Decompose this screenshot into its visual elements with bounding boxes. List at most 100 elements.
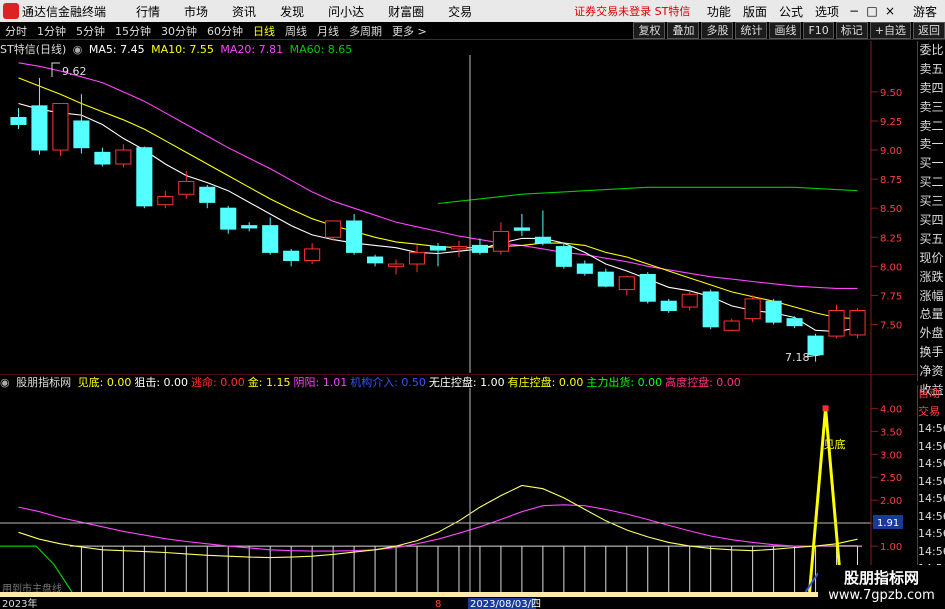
- side-item[interactable]: 买二: [918, 173, 945, 192]
- guest-user[interactable]: 游客: [899, 3, 945, 20]
- tool-stats[interactable]: 统计: [735, 22, 768, 39]
- ma10-label: MA10:: [151, 43, 186, 56]
- current-value-label: 1.91: [877, 518, 899, 529]
- menu-wealth[interactable]: 财富圈: [376, 3, 436, 20]
- candle: [73, 94, 90, 154]
- menu-formula[interactable]: 公式: [773, 3, 809, 20]
- candle: [304, 243, 321, 265]
- menu-layout[interactable]: 版面: [737, 3, 773, 20]
- ma5-label: MA5:: [88, 43, 117, 56]
- menu-markets[interactable]: 市场: [172, 3, 220, 20]
- high-price-label: 9.62: [62, 65, 87, 78]
- side-item[interactable]: 现价: [918, 249, 945, 268]
- tool-multi-stock[interactable]: 多股: [701, 22, 734, 39]
- side-item[interactable]: 卖三: [918, 98, 945, 117]
- maximize-icon[interactable]: □: [863, 4, 881, 18]
- tool-draw[interactable]: 画线: [769, 22, 802, 39]
- side-item[interactable]: 卖一: [918, 135, 945, 154]
- period-more[interactable]: 更多 >: [387, 23, 432, 39]
- minimize-icon[interactable]: −: [845, 4, 863, 18]
- watermark: 股朋指标网 www.7gpzb.com: [818, 565, 945, 609]
- candle: [450, 240, 468, 258]
- price-tick-label: 7.50: [880, 320, 902, 331]
- candle: [115, 144, 132, 168]
- side-item[interactable]: 涨幅: [918, 287, 945, 306]
- tick-item: 14:56: [918, 457, 945, 470]
- candle: [849, 308, 866, 339]
- side-item[interactable]: 买三: [918, 192, 945, 211]
- period-1min[interactable]: 1分钟: [32, 23, 71, 39]
- candlestick-chart[interactable]: 9.50 9.25 9.00 8.75 8.50 8.25 8.00 7.75 7.50 9.6…: [0, 41, 917, 373]
- tool-f10[interactable]: F10: [803, 22, 834, 39]
- side-item[interactable]: 卖五: [918, 60, 945, 79]
- side-item[interactable]: 净资: [918, 362, 945, 381]
- candle: [178, 170, 195, 199]
- period-30min[interactable]: 30分钟: [156, 23, 202, 39]
- candle: [94, 147, 111, 167]
- indicator-item: 逃命: 0.00: [191, 376, 245, 389]
- tick-item: 14:56: [918, 474, 945, 488]
- indicator-item: 高度控盘: 0.00: [665, 376, 741, 389]
- side-item[interactable]: 买四: [918, 211, 945, 230]
- signal-marker: [822, 405, 829, 412]
- menu-function[interactable]: 功能: [701, 3, 737, 20]
- stock-label[interactable]: ST特信(日线): [0, 43, 66, 56]
- menu-ask[interactable]: 问小达: [316, 3, 376, 20]
- ma60-label: MA60:: [289, 43, 325, 56]
- candle: [513, 214, 530, 237]
- side-item[interactable]: 卖四: [918, 79, 945, 98]
- menu-news[interactable]: 资讯: [220, 3, 268, 20]
- menu-options[interactable]: 选项: [809, 3, 845, 20]
- candle: [576, 260, 593, 276]
- period-weekly[interactable]: 周线: [280, 23, 312, 39]
- period-60min[interactable]: 60分钟: [202, 23, 248, 39]
- period-monthly[interactable]: 月线: [312, 23, 344, 39]
- candle: [325, 220, 342, 241]
- side-item[interactable]: 委比: [918, 41, 945, 60]
- side-item[interactable]: 买五: [918, 230, 945, 249]
- candle: [429, 243, 447, 267]
- price-tick-label: 8.75: [880, 175, 902, 186]
- period-timeshare[interactable]: 分时: [0, 23, 32, 39]
- ma60-line: [437, 186, 858, 205]
- menu-discover[interactable]: 发现: [268, 3, 316, 20]
- candle: [241, 222, 258, 232]
- candle: [52, 103, 69, 156]
- tool-mark[interactable]: 标记: [835, 22, 868, 39]
- indicator-toggle-icon: ◉: [0, 376, 10, 389]
- price-tick-label: 9.50: [880, 88, 902, 99]
- ma5-value: 7.45: [120, 43, 145, 56]
- side-item[interactable]: 总量: [918, 305, 945, 324]
- candle: [283, 248, 300, 267]
- side-item[interactable]: 卖二: [918, 117, 945, 136]
- period-5min[interactable]: 5分钟: [71, 23, 110, 39]
- side-item[interactable]: 外盘: [918, 324, 945, 343]
- indicator-chart[interactable]: 4.003.503.002.502.001.501.000.50 1.91 见底…: [0, 374, 917, 609]
- indicator-item: 阴阳: 1.01: [293, 376, 348, 389]
- period-15min[interactable]: 15分钟: [110, 23, 156, 39]
- menu-market[interactable]: 行情: [124, 3, 172, 20]
- candle: [534, 210, 551, 246]
- side-item[interactable]: 换手: [918, 343, 945, 362]
- candle: [346, 214, 363, 255]
- candle: [744, 295, 761, 323]
- indicator-item: 有庄控盘: 0.00: [507, 376, 584, 389]
- side-item[interactable]: 买一: [918, 154, 945, 173]
- menu-trade[interactable]: 交易: [436, 3, 484, 20]
- indicator-name[interactable]: 股朋指标网: [16, 376, 71, 389]
- tool-add-watch[interactable]: +自选: [869, 22, 911, 39]
- period-daily[interactable]: 日线: [248, 23, 280, 39]
- candle: [492, 222, 509, 255]
- candle: [367, 254, 384, 267]
- tool-back[interactable]: 返回: [913, 22, 945, 39]
- candle: [157, 190, 174, 209]
- close-icon[interactable]: ×: [881, 4, 899, 18]
- tool-overlay[interactable]: 叠加: [667, 22, 700, 39]
- login-notice[interactable]: 证券交易未登录 ST特信: [574, 3, 690, 19]
- indicator-legend: ◉ 股朋指标网 见底: 0.00 狙击: 0.00 逃命: 0.00 金: 1.15 阴…: [0, 374, 744, 390]
- watermark-line1: 股朋指标网: [843, 569, 919, 587]
- tick-item: 14:56: [918, 439, 945, 453]
- period-multi[interactable]: 多周期: [344, 23, 387, 39]
- tool-adjust[interactable]: 复权: [633, 22, 666, 39]
- side-item[interactable]: 涨跌: [918, 268, 945, 287]
